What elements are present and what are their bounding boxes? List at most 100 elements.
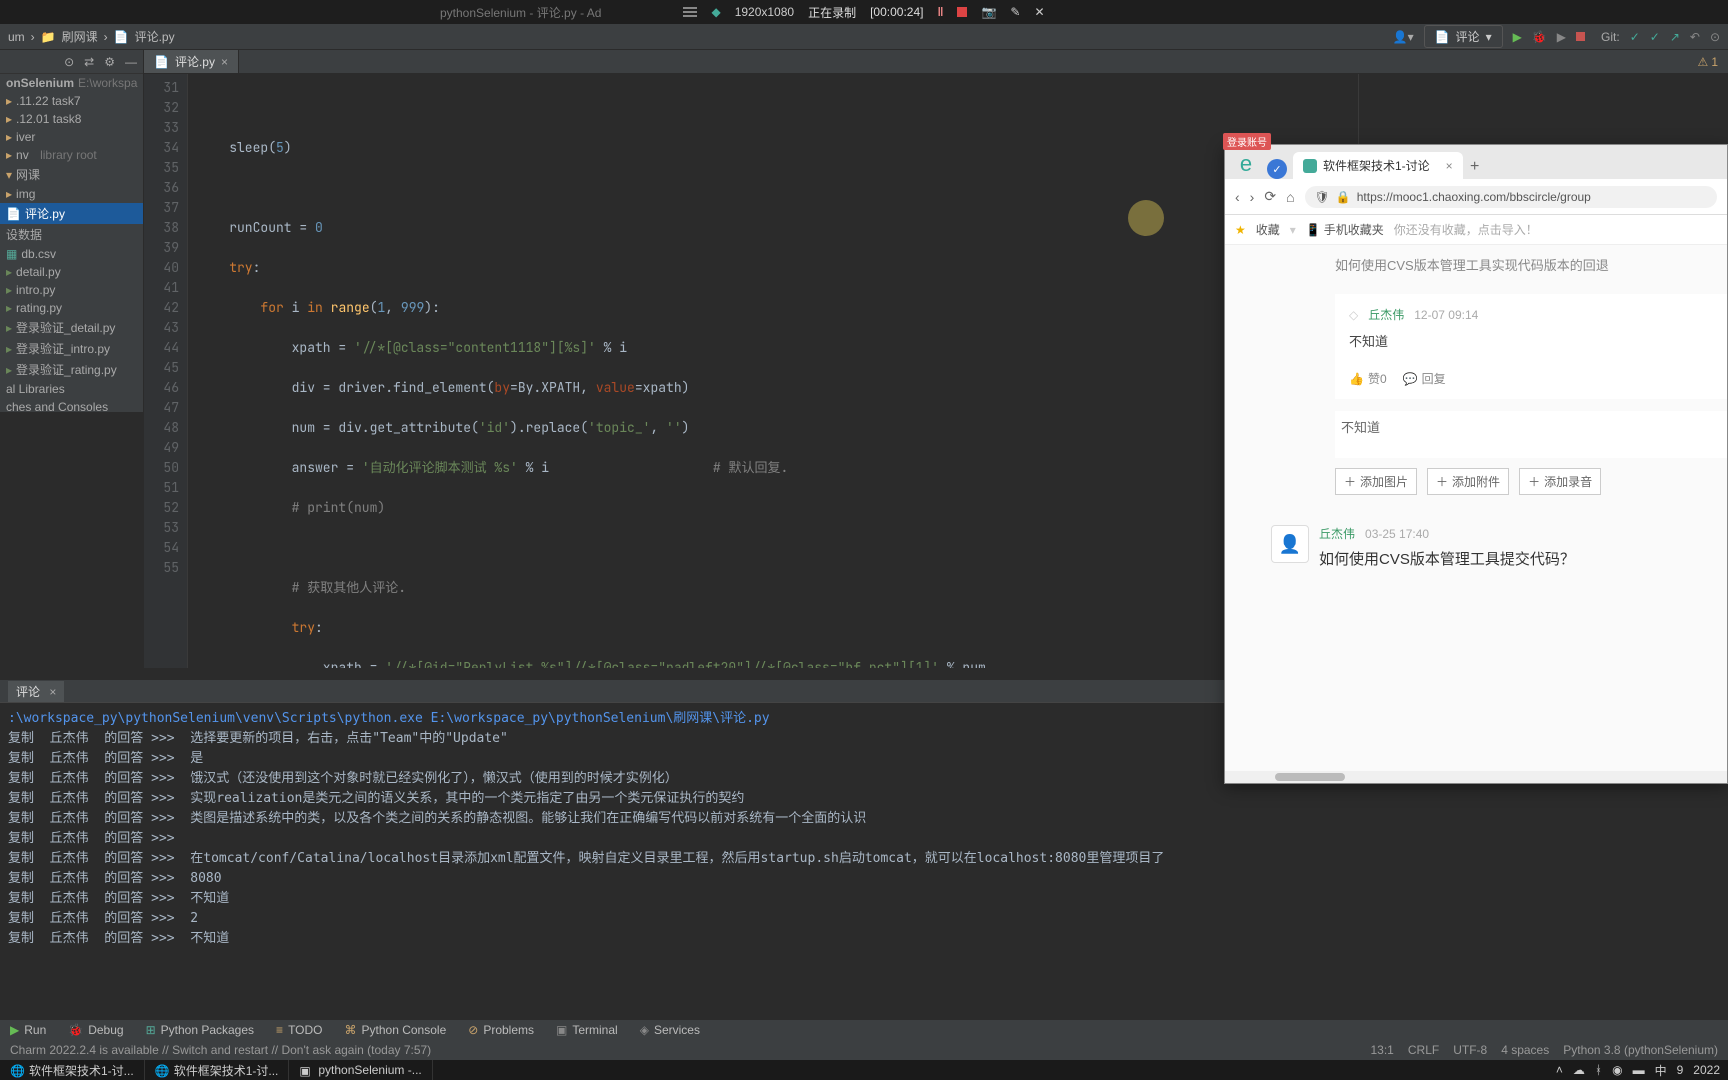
- git-push-icon[interactable]: ↗: [1670, 30, 1680, 44]
- breadcrumb-folder[interactable]: 刷网课: [62, 28, 98, 45]
- tree-item-selected[interactable]: 📄评论.py: [0, 203, 143, 224]
- tree-root[interactable]: onSelenium E:\workspa: [0, 74, 143, 92]
- verify-icon[interactable]: ✓: [1267, 159, 1287, 179]
- add-audio-button[interactable]: ＋添加录音: [1519, 468, 1601, 495]
- reload-icon[interactable]: ⟳: [1264, 188, 1276, 205]
- status-interpreter[interactable]: Python 3.8 (pythonSelenium): [1563, 1043, 1718, 1057]
- close-tab-icon[interactable]: ×: [221, 55, 228, 69]
- tool-terminal[interactable]: ▣Terminal: [556, 1023, 618, 1037]
- tree-item[interactable]: al Libraries: [0, 380, 143, 398]
- reply-author[interactable]: 丘杰伟: [1368, 306, 1404, 323]
- tool-todo[interactable]: ≡TODO: [276, 1023, 322, 1037]
- tool-run[interactable]: ▶Run: [10, 1023, 46, 1037]
- status-caret-pos[interactable]: 13:1: [1371, 1043, 1394, 1057]
- tray-up-icon[interactable]: ˄: [1556, 1063, 1563, 1077]
- tree-item[interactable]: ▦db.csv: [0, 245, 143, 263]
- tool-problems[interactable]: ⊘Problems: [468, 1023, 534, 1037]
- tree-item[interactable]: ▸登录验证_intro.py: [0, 338, 143, 359]
- tree-item[interactable]: ▸intro.py: [0, 281, 143, 299]
- tool-python-console[interactable]: ⌘Python Console: [345, 1023, 447, 1037]
- menu-icon[interactable]: [683, 7, 697, 17]
- run-config-selector[interactable]: 📄 评论 ▾: [1424, 25, 1503, 48]
- tree-item[interactable]: ▸登录验证_detail.py: [0, 317, 143, 338]
- tree-item[interactable]: ▸nv library root: [0, 146, 143, 164]
- tree-item[interactable]: ▸rating.py: [0, 299, 143, 317]
- browser-content[interactable]: 如何使用CVS版本管理工具实现代码版本的回退 ◇ 丘杰伟 12-07 09:14…: [1225, 245, 1727, 783]
- stop-button-icon[interactable]: [1576, 32, 1585, 41]
- tray-battery-icon[interactable]: ▬: [1633, 1063, 1645, 1077]
- browser-logo-icon[interactable]: e: [1231, 149, 1261, 179]
- close-icon[interactable]: ×: [49, 685, 56, 699]
- status-line-ending[interactable]: CRLF: [1408, 1043, 1439, 1057]
- post-author[interactable]: 丘杰伟: [1319, 525, 1355, 542]
- gear-icon[interactable]: ⚙: [104, 55, 115, 69]
- post-title[interactable]: 如何使用CVS版本管理工具提交代码？: [1319, 548, 1727, 569]
- status-message[interactable]: Charm 2022.2.4 is available // Switch an…: [10, 1043, 431, 1057]
- close-icon[interactable]: ✕: [1034, 5, 1044, 19]
- tray-ime[interactable]: 中: [1655, 1062, 1667, 1079]
- tray-date[interactable]: 2022: [1693, 1063, 1720, 1077]
- run-tab[interactable]: 评论 ×: [8, 681, 64, 702]
- tree-item[interactable]: ches and Consoles: [0, 398, 143, 416]
- breadcrumb-file[interactable]: 评论.py: [135, 28, 175, 45]
- tool-services[interactable]: ◈Services: [640, 1023, 700, 1037]
- taskbar-item[interactable]: 🌐软件框架技术1-讨...: [0, 1060, 145, 1080]
- breadcrumb-root[interactable]: um: [8, 30, 25, 44]
- scrollbar-thumb[interactable]: [1275, 773, 1345, 781]
- browser-tab[interactable]: 软件框架技术1-讨论 ×: [1293, 152, 1463, 179]
- git-update-icon[interactable]: ✓: [1630, 30, 1640, 44]
- star-icon[interactable]: ★: [1235, 223, 1246, 237]
- login-badge[interactable]: 登录账号: [1223, 133, 1271, 150]
- close-tab-icon[interactable]: ×: [1446, 159, 1453, 173]
- git-commit-icon[interactable]: ✓: [1650, 30, 1660, 44]
- search-icon[interactable]: ⊙: [1710, 30, 1720, 44]
- tree-item[interactable]: ▾网课: [0, 164, 143, 185]
- user-icon[interactable]: 👤▾: [1393, 30, 1414, 44]
- expand-icon[interactable]: ⇄: [84, 55, 94, 69]
- reply-textarea[interactable]: [1335, 411, 1727, 455]
- new-tab-button[interactable]: +: [1463, 155, 1487, 179]
- edit-icon[interactable]: ✎: [1010, 5, 1020, 19]
- bookmark-item[interactable]: 📱手机收藏夹: [1306, 221, 1384, 238]
- tree-item[interactable]: ▸.12.01 task8: [0, 110, 143, 128]
- tree-item[interactable]: ▸iver: [0, 128, 143, 146]
- coverage-icon[interactable]: ▶: [1557, 30, 1566, 44]
- tree-item[interactable]: ▸.11.22 task7: [0, 92, 143, 110]
- tree-item[interactable]: ▸登录验证_rating.py: [0, 359, 143, 380]
- post-item[interactable]: 👤 丘杰伟 03-25 17:40 如何使用CVS版本管理工具提交代码？: [1271, 525, 1727, 569]
- tray-cloud-icon[interactable]: ☁: [1573, 1063, 1585, 1077]
- editor-tab[interactable]: 📄 评论.py ×: [144, 50, 239, 73]
- reply-button[interactable]: 💬回复: [1403, 370, 1446, 387]
- pause-icon[interactable]: ‖: [937, 5, 943, 19]
- favorites-label[interactable]: 收藏: [1256, 221, 1280, 238]
- home-icon[interactable]: ⌂: [1286, 189, 1294, 205]
- taskbar-item[interactable]: ▣pythonSelenium -...: [289, 1060, 432, 1080]
- hide-icon[interactable]: —: [125, 55, 137, 69]
- project-tree[interactable]: onSelenium E:\workspa ▸.11.22 task7 ▸.12…: [0, 74, 143, 416]
- editor-warning-indicator[interactable]: ⚠ 1: [1698, 55, 1718, 69]
- forward-icon[interactable]: ›: [1250, 189, 1255, 205]
- taskbar-item[interactable]: 🌐软件框架技术1-讨...: [145, 1060, 290, 1080]
- tray-time[interactable]: 9: [1677, 1063, 1684, 1077]
- tray-bluetooth-icon[interactable]: ᚼ: [1595, 1063, 1602, 1077]
- tree-item[interactable]: ▸detail.py: [0, 263, 143, 281]
- select-opened-icon[interactable]: ⊙: [64, 55, 74, 69]
- stop-icon[interactable]: [957, 7, 967, 17]
- tray-wechat-icon[interactable]: ◉: [1612, 1063, 1622, 1077]
- tree-item[interactable]: ▸img: [0, 185, 143, 203]
- status-encoding[interactable]: UTF-8: [1453, 1043, 1487, 1057]
- url-input[interactable]: 🛡 🔒 https://mooc1.chaoxing.com/bbscircle…: [1305, 186, 1717, 208]
- add-attachment-button[interactable]: ＋添加附件: [1427, 468, 1509, 495]
- run-button-icon[interactable]: ▶: [1513, 30, 1522, 44]
- tool-debug[interactable]: 🐞Debug: [68, 1023, 123, 1037]
- tree-item[interactable]: 设数据: [0, 224, 143, 245]
- debug-button-icon[interactable]: 🐞: [1532, 30, 1547, 44]
- like-button[interactable]: 👍赞0: [1349, 370, 1387, 387]
- status-indent[interactable]: 4 spaces: [1501, 1043, 1549, 1057]
- add-image-button[interactable]: ＋添加图片: [1335, 468, 1417, 495]
- tool-packages[interactable]: ⊞Python Packages: [146, 1023, 254, 1037]
- back-icon[interactable]: ‹: [1235, 189, 1240, 205]
- git-history-icon[interactable]: ↶: [1690, 30, 1700, 44]
- horizontal-scrollbar[interactable]: [1225, 771, 1727, 783]
- camera-icon[interactable]: 📷: [981, 5, 996, 19]
